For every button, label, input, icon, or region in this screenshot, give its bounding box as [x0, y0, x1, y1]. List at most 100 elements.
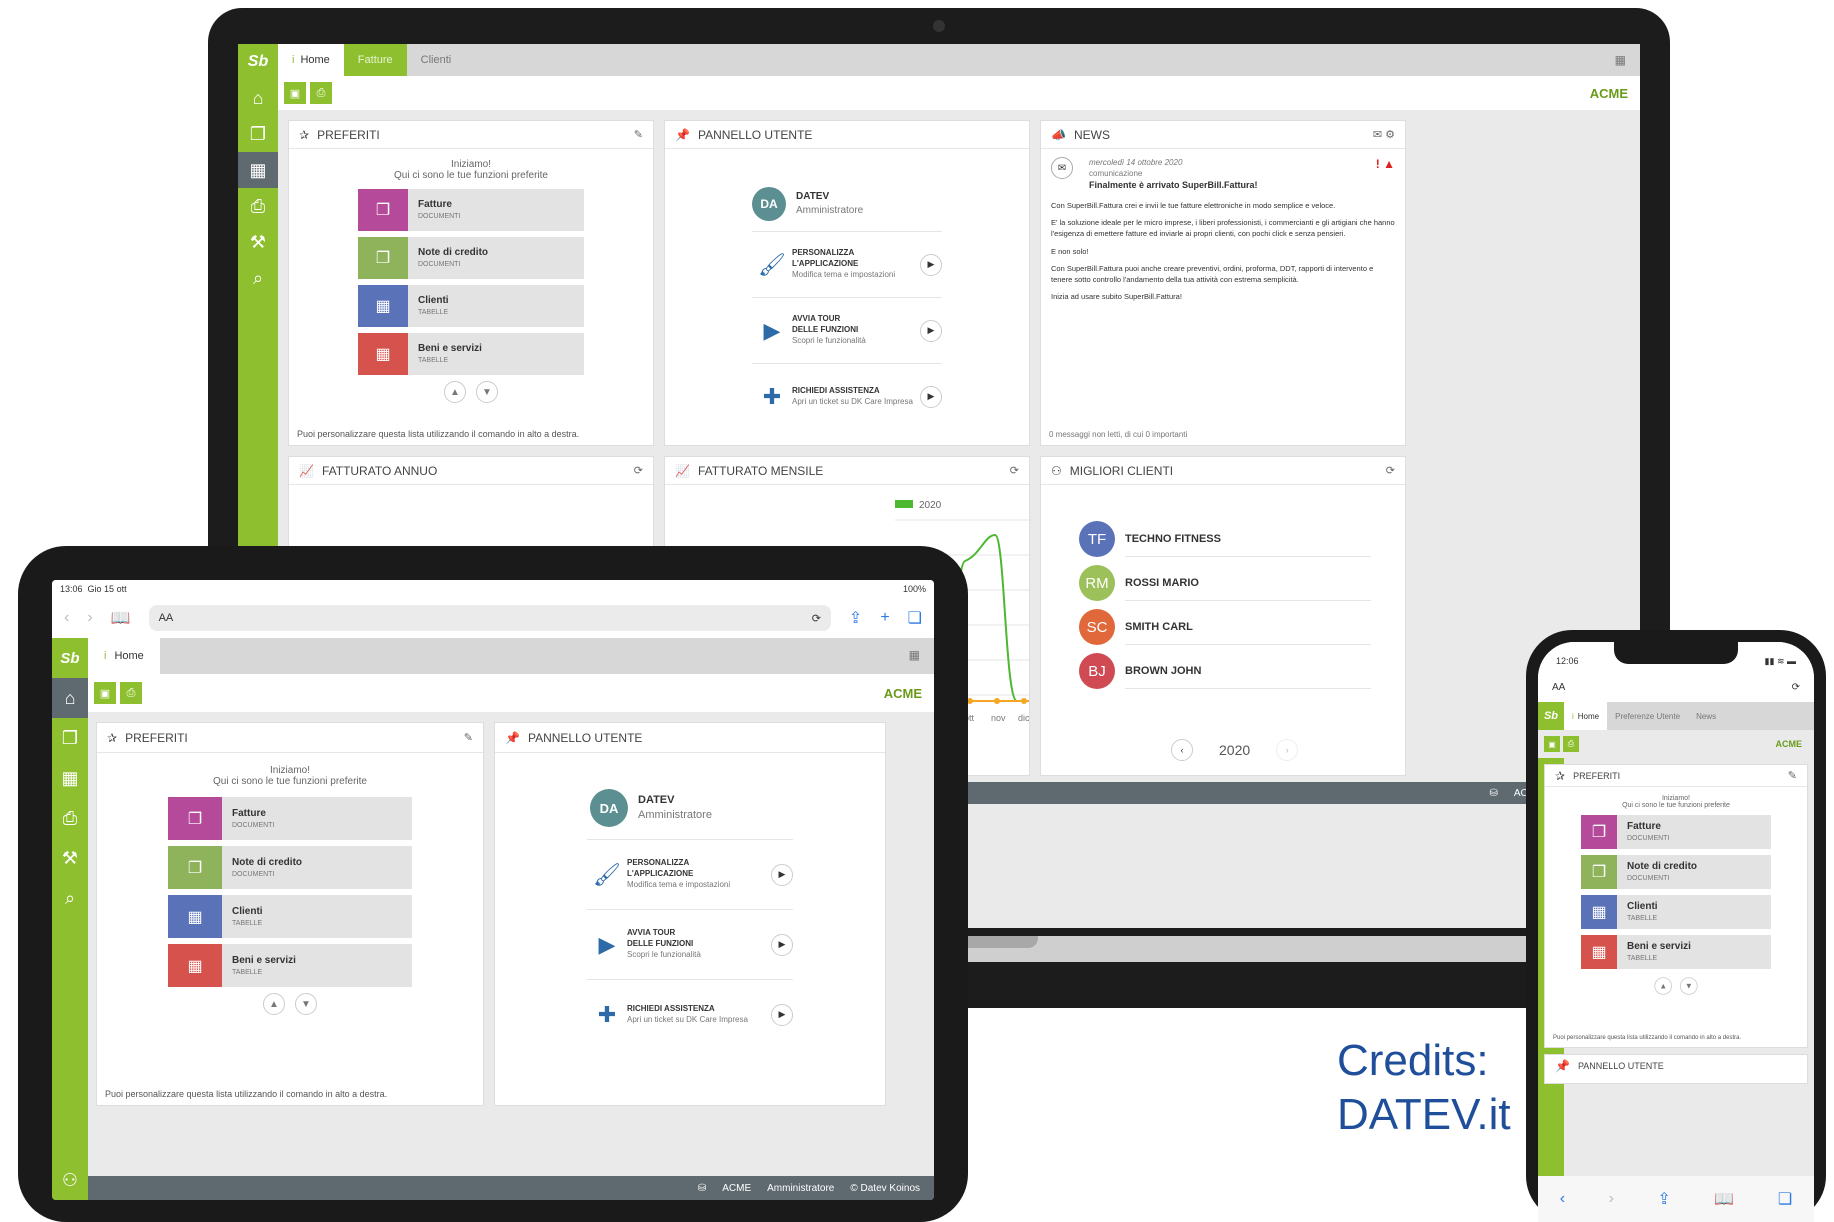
scroll-down-button[interactable]: ▼ [476, 381, 498, 403]
reload-icon[interactable]: ⟳ [1792, 682, 1800, 693]
favorites-intro-sub: Qui ci sono le tue funzioni preferite [394, 170, 548, 181]
tab-home-label: Home [114, 650, 144, 662]
user-panel-title: PANNELLO UTENTE [527, 730, 643, 745]
favorite-item[interactable]: ❐ Note di credito DOCUMENTI [358, 237, 584, 279]
scroll-down-button[interactable]: ▼ [295, 993, 317, 1015]
client-row[interactable]: TF TECHNO FITNESS [1079, 521, 1371, 557]
search-icon[interactable]: ⌕ [52, 878, 88, 918]
tab-news[interactable]: News [1688, 702, 1724, 730]
play-button[interactable]: ▶ [771, 1003, 793, 1026]
reader-toggle[interactable]: AA [159, 612, 174, 624]
back-icon[interactable]: ‹ [1560, 1190, 1565, 1208]
back-icon[interactable]: ‹ [64, 609, 69, 627]
client-row[interactable]: BJ BROWN JOHN [1079, 653, 1371, 689]
tab-clienti[interactable]: Clienti [407, 44, 466, 76]
save-icon[interactable]: ▣ [94, 682, 116, 704]
news-actions-icon[interactable]: ✉ ⚙ [1373, 128, 1395, 141]
tab-fatture[interactable]: Fatture [343, 44, 407, 76]
favorite-item[interactable]: ❐ Fatture DOCUMENTI [358, 189, 584, 231]
prev-year-button[interactable]: ‹ [1171, 739, 1193, 761]
play-button[interactable]: ▶ [920, 253, 942, 276]
play-button[interactable]: ▶ [771, 863, 793, 886]
tab-home-label: Home [300, 54, 330, 66]
scroll-up-button[interactable]: ▲ [263, 993, 285, 1015]
play-button[interactable]: ▶ [920, 385, 942, 408]
favorite-item[interactable]: ❐ Fatture DOCUMENTI [168, 797, 412, 840]
tabs-icon[interactable]: ❏ [1778, 1189, 1792, 1209]
favorite-item[interactable]: ❐ Note di credito DOCUMENTI [168, 846, 412, 889]
new-tab-icon[interactable]: + [880, 609, 889, 627]
user-action-row[interactable]: ▶ AVVIA TOUR DELLE FUNZIONI Scopri le funz… [752, 297, 942, 363]
favorites-panel: ✰ PREFERITI ✎ Iniziamo! Qui ci sono le tue… [1544, 764, 1808, 1048]
grid-menu-icon[interactable]: ▦ [909, 648, 920, 662]
favorite-item[interactable]: ▦ Beni e servizi TABELLE [1581, 935, 1771, 969]
refresh-icon[interactable]: ⟳ [1010, 464, 1019, 477]
bookmarks-icon[interactable]: 📖 [111, 608, 131, 628]
user-icon: ⚇ [1051, 463, 1062, 478]
tab-preferences[interactable]: Preferenze Utente [1607, 702, 1688, 730]
scroll-up-button[interactable]: ▲ [1654, 977, 1672, 995]
client-row[interactable]: RM ROSSI MARIO [1079, 565, 1371, 601]
scroll-down-button[interactable]: ▼ [1680, 977, 1698, 995]
refresh-icon[interactable]: ⟳ [634, 464, 643, 477]
home-icon[interactable]: ⌂ [52, 678, 88, 718]
user-action-row[interactable]: ✚ RICHIEDI ASSISTENZA Apri un ticket su D… [587, 979, 793, 1049]
tab-home[interactable]: i Home [88, 638, 160, 674]
table-icon[interactable]: ▦ [52, 758, 88, 798]
forward-icon[interactable]: › [1609, 1190, 1614, 1208]
tab-home[interactable]: i Home [278, 44, 344, 76]
play-button[interactable]: ▶ [771, 933, 793, 956]
address-bar[interactable]: AA ⟳ [148, 605, 831, 631]
favorite-item[interactable]: ▦ Clienti TABELLE [358, 285, 584, 327]
user-action-row[interactable]: ▶ AVVIA TOUR DELLE FUNZIONI Scopri le funz… [587, 909, 793, 979]
action-title: PERSONALIZZA [627, 858, 690, 868]
print-icon[interactable]: ⎙ [1563, 736, 1579, 752]
scroll-up-button[interactable]: ▲ [444, 381, 466, 403]
user-action-row[interactable]: ✚ RICHIEDI ASSISTENZA Apri un ticket su D… [752, 363, 942, 429]
tools-icon[interactable]: ⚒ [238, 224, 278, 260]
edit-icon[interactable]: ✎ [634, 128, 643, 141]
favorite-item[interactable]: ▦ Clienti TABELLE [1581, 895, 1771, 929]
app-logo[interactable]: Sb [238, 44, 278, 80]
favorite-item[interactable]: ▦ Beni e servizi TABELLE [168, 944, 412, 987]
print-icon[interactable]: ⎙ [120, 682, 142, 704]
documents-icon[interactable]: ❐ [238, 116, 278, 152]
search-icon[interactable]: ⌕ [238, 260, 278, 296]
print-icon[interactable]: ⎙ [310, 82, 332, 104]
grid-menu-icon[interactable]: ▦ [1615, 53, 1626, 67]
favorite-item[interactable]: ▦ Beni e servizi TABELLE [358, 333, 584, 375]
save-icon[interactable]: ▣ [284, 82, 306, 104]
tools-icon[interactable]: ⚒ [52, 838, 88, 878]
refresh-icon[interactable]: ⟳ [1386, 464, 1395, 477]
reader-toggle[interactable]: AA [1552, 682, 1565, 693]
user-action-row[interactable]: 🖌 PERSONALIZZA L'APPLICAZIONE Modifica tem… [587, 839, 793, 909]
app-logo[interactable]: Sb [52, 638, 88, 678]
printer-icon[interactable]: ⎙ [52, 798, 88, 838]
save-icon[interactable]: ▣ [1544, 736, 1560, 752]
edit-icon[interactable]: ✎ [1788, 769, 1797, 782]
app-logo[interactable]: Sb [1538, 702, 1564, 730]
printer-icon[interactable]: ⎙ [238, 188, 278, 224]
month-label: dic [1018, 713, 1029, 723]
forward-icon[interactable]: › [87, 609, 92, 627]
company-name: ACME [1589, 85, 1628, 101]
client-row[interactable]: SC SMITH CARL [1079, 609, 1371, 645]
user-menu-icon[interactable]: ⚇ [52, 1160, 88, 1200]
favorite-item[interactable]: ❐ Fatture DOCUMENTI [1581, 815, 1771, 849]
share-icon[interactable]: ⇪ [849, 608, 862, 628]
bookmarks-icon[interactable]: 📖 [1714, 1189, 1734, 1209]
reload-icon[interactable]: ⟳ [812, 612, 821, 625]
user-action-row[interactable]: 🖌 PERSONALIZZA L'APPLICAZIONE Modifica tem… [752, 231, 942, 297]
documents-icon[interactable]: ❐ [52, 718, 88, 758]
favorite-item[interactable]: ❐ Note di credito DOCUMENTI [1581, 855, 1771, 889]
tabs-icon[interactable]: ❏ [908, 608, 922, 628]
clock: 13:06 [60, 584, 83, 594]
table-icon[interactable]: ▦ [238, 152, 278, 188]
favorite-item[interactable]: ▦ Clienti TABELLE [168, 895, 412, 938]
share-icon[interactable]: ⇪ [1657, 1189, 1670, 1209]
edit-icon[interactable]: ✎ [464, 731, 473, 744]
next-year-button[interactable]: › [1276, 739, 1299, 761]
tab-home[interactable]: i Home [1564, 702, 1608, 730]
home-icon[interactable]: ⌂ [238, 80, 278, 116]
play-button[interactable]: ▶ [920, 319, 942, 342]
